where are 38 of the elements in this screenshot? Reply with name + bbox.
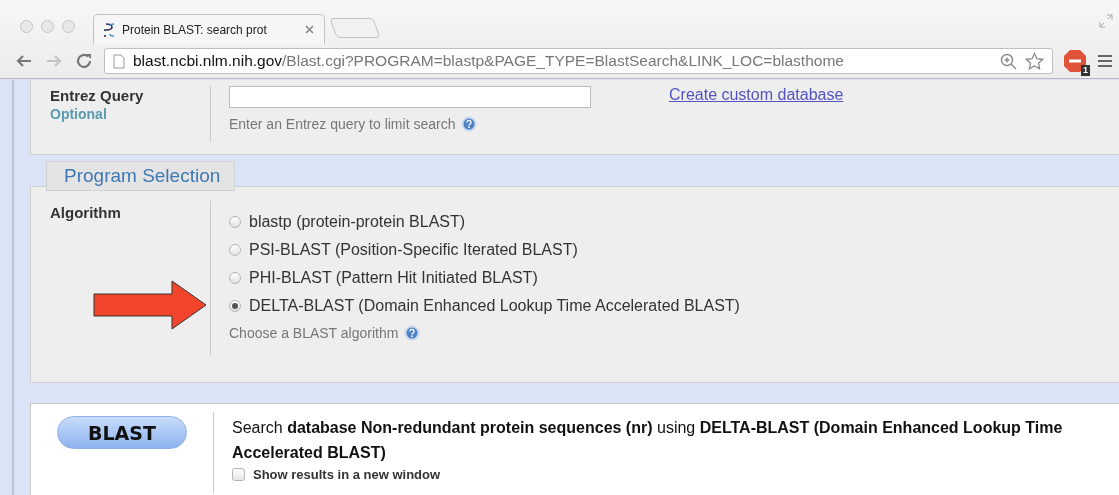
- checkbox-label[interactable]: Show results in a new window: [253, 467, 441, 482]
- close-window-button[interactable]: [20, 20, 33, 33]
- minimize-window-button[interactable]: [41, 20, 54, 33]
- help-icon[interactable]: [461, 116, 478, 132]
- page-icon: [113, 53, 125, 69]
- custom-database-link[interactable]: Create custom database: [669, 86, 844, 142]
- blast-button[interactable]: BLAST: [57, 416, 187, 449]
- field-label: Entrez Query: [50, 87, 145, 104]
- field-label: Algorithm: [50, 204, 122, 221]
- optional-label: Optional: [50, 106, 108, 122]
- hint-text: Enter an Entrez query to limit search: [229, 116, 456, 132]
- reload-icon[interactable]: [74, 51, 94, 71]
- helix-icon: [104, 21, 116, 38]
- radio-label[interactable]: PHI-BLAST (Pattern Hit Initiated BLAST): [249, 269, 538, 287]
- fullscreen-icon[interactable]: [1099, 14, 1113, 28]
- close-icon[interactable]: [305, 25, 314, 34]
- radio-button[interactable]: [229, 272, 241, 284]
- zoom-window-button[interactable]: [62, 20, 75, 33]
- menu-icon[interactable]: [1097, 54, 1113, 68]
- help-icon[interactable]: [404, 325, 421, 341]
- radio-label[interactable]: DELTA-BLAST (Domain Enhanced Lookup Time Accelerated BLAST): [249, 297, 740, 315]
- section-legend: Program Selection: [46, 161, 236, 191]
- browser-tab[interactable]: Protein BLAST: search prot: [93, 14, 325, 44]
- search-summary: Search database Non-redundant protein sequences (nr) using DELTA-BLAST (Domain Enhanced Lookup Time Accelerated BLAST): [232, 418, 1064, 463]
- radio-button[interactable]: [229, 300, 241, 312]
- extension-badge: 1: [1081, 65, 1090, 76]
- address-field[interactable]: blast.ncbi.nlm.nih.gov/Blast.cgi?PROGRAM=blastp&PAGE_TYPE=BlastSearch&LINK_LOC=blasthome: [104, 48, 1053, 74]
- hint-text: Choose a BLAST algorithm: [229, 325, 399, 341]
- new-tab-button[interactable]: [329, 18, 381, 38]
- zoom-icon[interactable]: [1000, 52, 1017, 70]
- entrez-query-field[interactable]: [229, 86, 591, 108]
- radio-button[interactable]: [229, 216, 241, 228]
- radio-button[interactable]: [229, 244, 241, 256]
- checkbox[interactable]: [232, 468, 245, 481]
- stop-sign-icon[interactable]: [1063, 49, 1087, 73]
- radio-label[interactable]: PSI-BLAST (Position-Specific Iterated BLAST): [249, 241, 578, 259]
- star-icon[interactable]: [1025, 51, 1044, 71]
- radio-label[interactable]: blastp (protein-protein BLAST): [249, 213, 466, 231]
